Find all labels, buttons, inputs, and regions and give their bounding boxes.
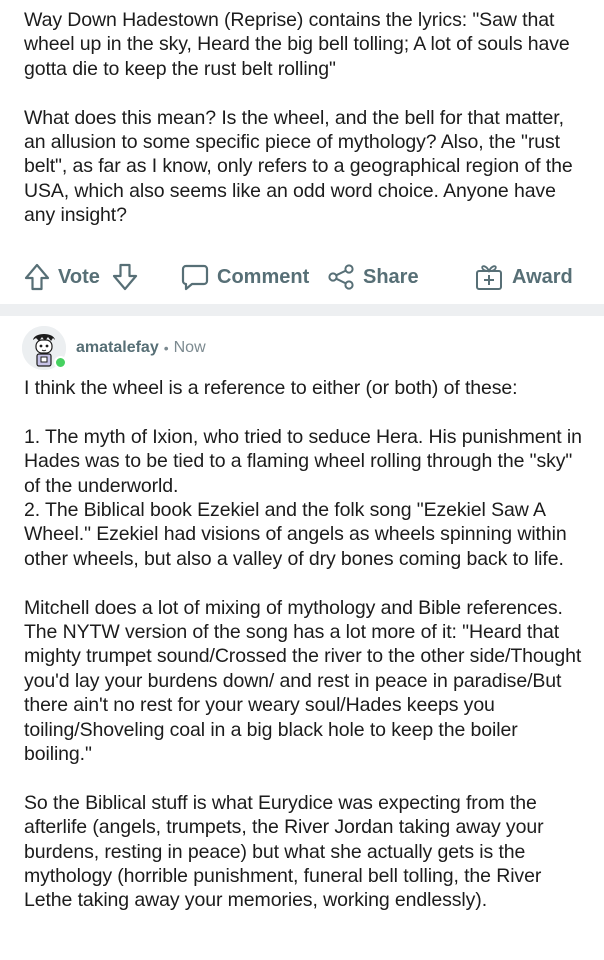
comment-button[interactable]: Comment [181, 258, 309, 296]
award-label: Award [512, 265, 573, 288]
downvote-icon[interactable] [112, 262, 138, 292]
vote-label: Vote [58, 265, 100, 288]
post-body: Way Down Hadestown (Reprise) contains th… [24, 8, 584, 252]
comment-header: amatalefay • Now [22, 326, 582, 370]
avatar[interactable] [22, 326, 67, 370]
meta-separator: • [163, 340, 169, 356]
comment-timestamp: Now [173, 339, 206, 356]
list-item: 2. The Biblical book Ezekiel and the fol… [24, 499, 567, 570]
online-status-dot [54, 356, 67, 369]
comment-username[interactable]: amatalefay [76, 339, 159, 357]
list-item: 1. The myth of Ixion, who tried to seduc… [24, 425, 582, 497]
post-paragraph: Way Down Hadestown (Reprise) contains th… [24, 9, 570, 80]
comment-list: 1. The myth of Ixion, who tried to seduc… [24, 425, 589, 571]
post-action-bar: Vote Comment Share Award [0, 258, 604, 296]
upvote-icon[interactable] [24, 262, 50, 292]
comment-paragraph: Mitchell does a lot of mixing of mytholo… [24, 596, 582, 766]
section-divider [0, 304, 604, 316]
comment-body: I think the wheel is a reference to eith… [24, 376, 589, 937]
comment-label: Comment [217, 265, 310, 288]
vote-control: Vote [24, 258, 138, 296]
share-label: Share [363, 265, 419, 288]
comment-intro: I think the wheel is a reference to eith… [24, 377, 518, 399]
award-icon [474, 262, 504, 292]
post-paragraph: What does this mean? Is the wheel, and t… [24, 106, 573, 227]
share-icon [327, 263, 355, 291]
comment-paragraph: So the Biblical stuff is what Eurydice w… [24, 791, 544, 912]
share-button[interactable]: Share [327, 258, 419, 296]
comment-icon [181, 263, 209, 291]
award-button[interactable]: Award [474, 258, 573, 296]
